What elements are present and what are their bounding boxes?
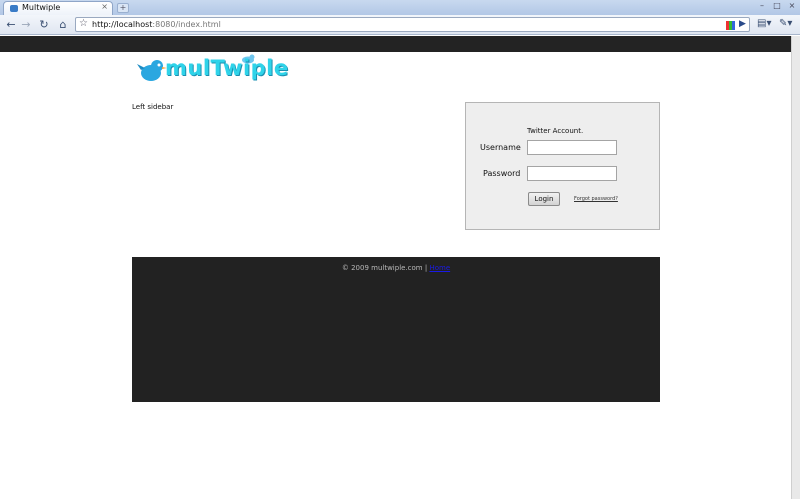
play-icon[interactable]: ▶ (739, 19, 749, 29)
url-text: http://localhost:8080/index.html (92, 20, 221, 29)
footer-home-link[interactable]: Home (429, 264, 450, 272)
tab-strip: Multwiple × + – □ × (0, 0, 800, 15)
top-bar (0, 36, 791, 52)
home-icon[interactable]: ⌂ (56, 18, 70, 32)
extension-icon[interactable] (726, 21, 735, 30)
password-input[interactable] (527, 166, 617, 181)
bookmark-star-icon[interactable]: ☆ (79, 18, 88, 29)
login-button[interactable]: Login (528, 192, 560, 206)
login-title: Twitter Account. (527, 127, 584, 135)
tab-title: Multwiple (22, 3, 61, 12)
login-panel: Twitter Account. Username Password Login… (465, 102, 660, 230)
username-label: Username (480, 143, 521, 152)
favicon-icon (10, 5, 18, 12)
reload-icon[interactable]: ↻ (37, 18, 51, 32)
username-input[interactable] (527, 140, 617, 155)
logo-text: mulTwiple (165, 56, 289, 80)
footer-text: © 2009 multwiple.com | Home (132, 264, 660, 272)
maximize-button[interactable]: □ (771, 1, 783, 11)
left-sidebar: Left sidebar (132, 103, 174, 111)
footer: © 2009 multwiple.com | Home (132, 257, 660, 402)
address-bar[interactable]: ☆ http://localhost:8080/index.html ▶ (75, 17, 750, 32)
minimize-button[interactable]: – (756, 1, 768, 11)
browser-toolbar: ← → ↻ ⌂ ☆ http://localhost:8080/index.ht… (0, 15, 800, 35)
wrench-icon[interactable]: ✎▾ (779, 18, 792, 29)
logo[interactable]: mulTwiple (137, 54, 297, 86)
scrollbar[interactable] (791, 36, 800, 499)
forgot-password-link[interactable]: Forgot password? (574, 196, 618, 202)
new-tab-button[interactable]: + (117, 3, 129, 13)
tab-close-icon[interactable]: × (101, 2, 108, 11)
copyright-text: © 2009 multwiple.com | (341, 264, 428, 272)
close-window-button[interactable]: × (786, 1, 798, 11)
forward-icon[interactable]: → (19, 18, 33, 32)
password-label: Password (483, 169, 521, 178)
bird-icon (137, 60, 167, 81)
page-menu-icon[interactable]: ▤▾ (757, 18, 771, 29)
browser-tab[interactable]: Multwiple × (3, 1, 113, 15)
back-icon[interactable]: ← (4, 18, 18, 32)
